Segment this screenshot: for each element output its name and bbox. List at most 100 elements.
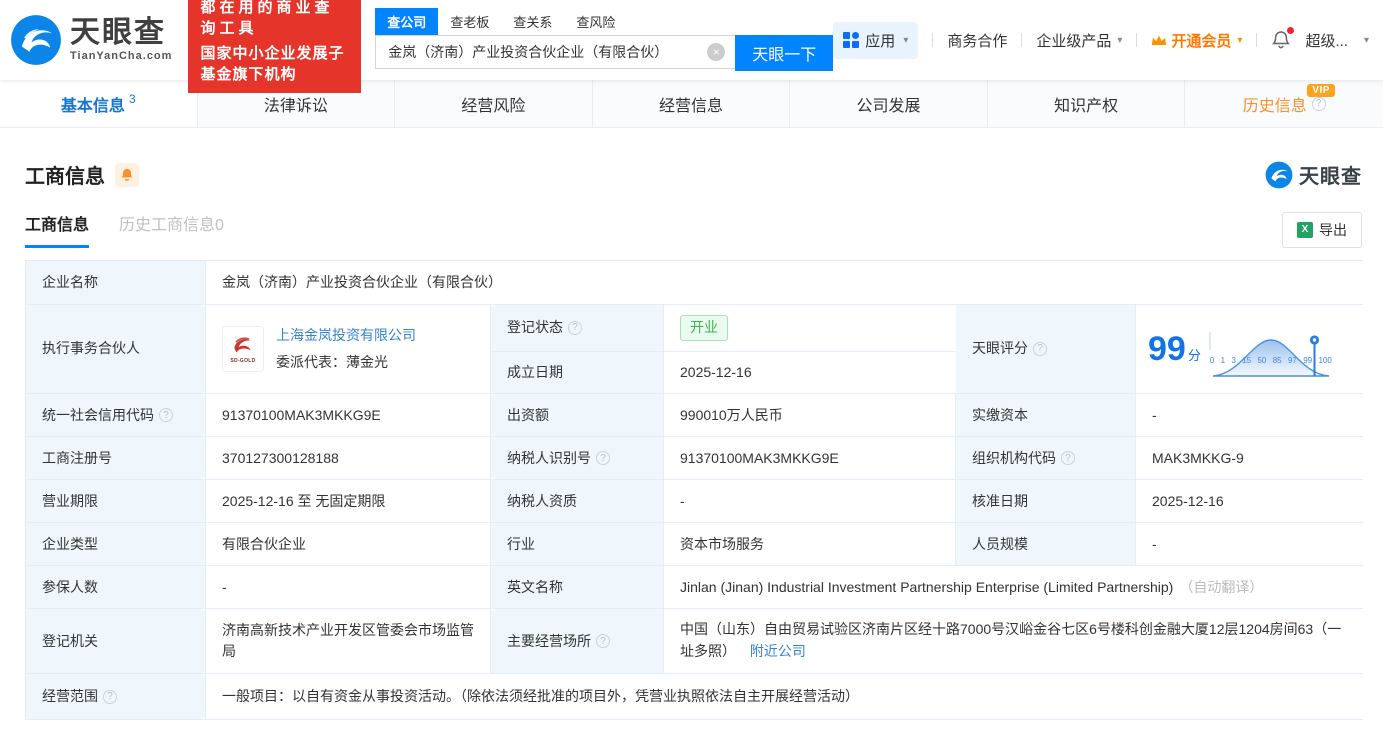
nav-divider xyxy=(932,33,934,47)
caret-down-icon: ▾ xyxy=(903,34,909,46)
subscribe-bell-button[interactable] xyxy=(115,162,139,187)
main-location-value: 中国（山东）自由贸易试验区济南片区经十路7000号汉峪金谷七区6号楼科创金融大厦… xyxy=(664,609,1363,675)
company-name-value: 金岚（济南）产业投资合伙企业（有限合伙） xyxy=(206,261,1363,305)
tab-ip-label: 知识产权 xyxy=(1054,97,1119,115)
approval-date-label: 核准日期 xyxy=(956,480,1136,524)
company-name-label: 企业名称 xyxy=(26,261,206,305)
business-scope-label: 经营范围 ? xyxy=(26,674,206,721)
credit-code-label: 统一社会信用代码 ? xyxy=(26,394,206,438)
subtab-row: 工商信息 历史工商信息0 X 导出 xyxy=(25,211,1362,248)
nav-business-label: 商务合作 xyxy=(947,32,1008,50)
tab-basic-info-count: 3 xyxy=(128,92,136,106)
nav-business-cooperation[interactable]: 商务合作 xyxy=(947,30,1007,51)
paid-capital-label: 实缴资本 xyxy=(956,394,1136,438)
table-row: 执行事务合伙人 SD-GOLD 上海金岚投资有限公司 委派代表：薄金光 登记状态… xyxy=(26,305,1363,395)
tab-history-label: 历史信息 xyxy=(1242,97,1307,115)
help-icon[interactable]: ? xyxy=(1061,451,1075,466)
help-icon[interactable]: ? xyxy=(1311,96,1326,111)
section-title: 工商信息 xyxy=(25,166,105,188)
auto-translate-note: （自动翻译） xyxy=(1179,578,1264,595)
section-header: 工商信息 天眼查 xyxy=(25,160,1362,189)
help-icon[interactable]: ? xyxy=(568,320,582,335)
tab-operation-info[interactable]: 经营信息 xyxy=(593,80,791,127)
apps-menu[interactable]: 应用 ▾ xyxy=(833,21,919,59)
caret-down-icon: ▾ xyxy=(1237,34,1243,46)
caret-down-icon[interactable]: ▾ xyxy=(1364,35,1369,46)
english-name-label: 英文名称 xyxy=(491,566,664,610)
promo-banner[interactable]: 都在用的商业查询工具 国家中小企业发展子基金旗下机构 xyxy=(188,0,362,93)
tab-risk-label: 经营风险 xyxy=(461,97,526,115)
business-scope-value: 一般项目：以自有资金从事投资活动。（除依法须经批准的项目外，凭营业执照依法自主开… xyxy=(206,674,1363,721)
org-code-label: 组织机构代码 ? xyxy=(956,437,1136,481)
reg-number-label: 工商注册号 xyxy=(26,437,206,481)
excel-icon: X xyxy=(1297,221,1313,238)
nav-open-vip[interactable]: 开通会员 ▾ xyxy=(1151,30,1242,51)
vip-badge: VIP xyxy=(1307,84,1335,97)
insured-count-value: - xyxy=(206,566,491,610)
nav-enterprise-products[interactable]: 企业级产品 ▾ xyxy=(1036,30,1122,51)
partner-company-link[interactable]: 上海金岚投资有限公司 xyxy=(276,327,416,343)
help-icon[interactable]: ? xyxy=(159,408,173,423)
tab-intellectual-property[interactable]: 知识产权 xyxy=(988,80,1186,127)
nav-enterprise-label: 企业级产品 xyxy=(1036,32,1112,50)
status-date-stack: 登记状态 ? 开业 成立日期 2025-12-16 xyxy=(491,305,956,395)
tianyancha-logo-icon xyxy=(11,15,61,65)
paid-capital-value: - xyxy=(1136,394,1363,438)
help-icon[interactable]: ? xyxy=(103,689,117,704)
notification-dot xyxy=(1287,27,1295,34)
subtab-business-info[interactable]: 工商信息 xyxy=(25,211,90,248)
logo-brand-text: 天眼查 xyxy=(70,16,166,49)
nav-user-label: 超级... xyxy=(1305,32,1348,50)
top-header: 天眼查 TianYanCha.com 都在用的商业查询工具 国家中小企业发展子基… xyxy=(0,0,1383,93)
nearby-companies-link[interactable]: 附近公司 xyxy=(750,643,806,659)
help-icon[interactable]: ? xyxy=(596,451,610,466)
bell-icon xyxy=(121,168,133,181)
company-type-label: 企业类型 xyxy=(26,523,206,567)
caret-down-icon: ▾ xyxy=(1117,34,1123,46)
search-button[interactable]: 天眼一下 xyxy=(735,34,834,71)
content: 工商信息 天眼查 工商信息 历史工商信息0 X 导出 企业名称 金岚（济南）产业… xyxy=(0,160,1383,721)
table-row: 参保人数 - 英文名称 Jinlan (Jinan) Industrial In… xyxy=(26,566,1363,610)
reg-status-label: 登记状态 ? xyxy=(491,305,664,352)
clear-icon[interactable]: × xyxy=(707,42,726,61)
tab-company-development[interactable]: 公司发展 xyxy=(790,80,988,127)
score-unit: 分 xyxy=(1187,347,1201,363)
contribution-value: 990010万人民币 xyxy=(664,394,956,438)
export-label: 导出 xyxy=(1319,221,1347,238)
reg-authority-value: 济南高新技术产业开发区管委会市场监管局 xyxy=(206,609,491,675)
export-button[interactable]: X 导出 xyxy=(1282,211,1362,248)
partner-company-logo[interactable]: SD-GOLD xyxy=(222,326,264,373)
tab-basic-info-label: 基本信息 xyxy=(60,97,125,115)
taxpayer-id-value: 91370100MAK3MKKG9E xyxy=(664,437,956,481)
tab-history-info[interactable]: 历史信息 ? VIP xyxy=(1185,80,1383,127)
search-tab-risk[interactable]: 查风险 xyxy=(564,8,627,35)
staff-size-label: 人员规模 xyxy=(956,523,1136,567)
business-term-value: 2025-12-16 至 无固定期限 xyxy=(206,480,491,524)
search-tabs: 查公司 查老板 查关系 查风险 xyxy=(375,7,833,35)
search-tab-boss[interactable]: 查老板 xyxy=(438,8,501,35)
nav-divider xyxy=(1021,33,1023,47)
help-icon[interactable]: ? xyxy=(596,634,610,649)
tianyancha-logo-icon xyxy=(1265,161,1293,188)
nav-user-account[interactable]: 超级... xyxy=(1305,30,1348,51)
table-row: 企业名称 金岚（济南）产业投资合伙企业（有限合伙） xyxy=(26,261,1363,305)
search-tab-relation[interactable]: 查关系 xyxy=(501,8,564,35)
subtab-history-business-info[interactable]: 历史工商信息0 xyxy=(119,211,224,248)
score-value[interactable]: 99 分 0 1 3 99 100 xyxy=(1136,305,1363,395)
partner-logo-caption: SD-GOLD xyxy=(230,358,256,365)
search-input[interactable] xyxy=(375,34,736,69)
score-curve-icon xyxy=(1212,335,1329,377)
search-tab-company[interactable]: 查公司 xyxy=(375,7,439,35)
table-row: 营业期限 2025-12-16 至 无固定期限 纳税人资质 - 核准日期 202… xyxy=(26,480,1363,524)
company-type-value: 有限合伙企业 xyxy=(206,523,491,567)
tab-legal-label: 法律诉讼 xyxy=(263,97,328,115)
score-chart: 0131550859799100 xyxy=(1208,331,1333,377)
search-input-wrap: × xyxy=(375,34,736,71)
promo-banner-line2: 国家中小企业发展子基金旗下机构 xyxy=(200,45,345,83)
tab-operation-risk[interactable]: 经营风险 xyxy=(395,80,593,127)
help-icon[interactable]: ? xyxy=(1033,342,1047,357)
notification-bell[interactable] xyxy=(1271,27,1295,50)
promo-banner-line1: 都在用的商业查询工具 xyxy=(200,0,334,37)
tab-basic-info[interactable]: 基本信息 3 xyxy=(0,80,198,127)
tianyancha-logo[interactable]: 天眼查 TianYanCha.com xyxy=(10,14,172,66)
